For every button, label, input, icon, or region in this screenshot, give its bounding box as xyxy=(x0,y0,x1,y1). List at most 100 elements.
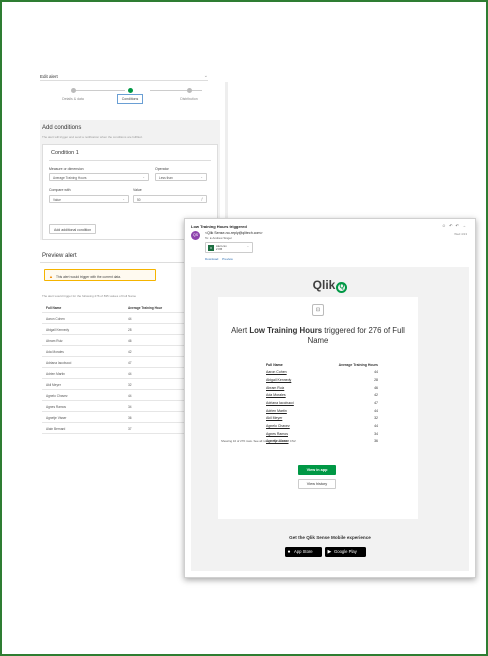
chevron-down-icon: ⌄ xyxy=(122,197,125,201)
step-label: Details & data xyxy=(62,97,84,101)
qlik-logo: Qlik Q xyxy=(191,278,469,293)
google-play-badge[interactable]: ▶ Google Play xyxy=(325,547,366,557)
name-link[interactable]: Aaron Cohen xyxy=(266,370,287,374)
step-label: Distribution xyxy=(180,97,198,101)
email-body: Qlik Q ⊡ Alert Low Training Hours trigger… xyxy=(191,267,469,571)
chevron-down-icon: ⌄ xyxy=(142,175,145,179)
title-suffix: triggered for 276 of Full Name xyxy=(307,326,405,345)
showing-note: Showing 10 of 276 rows. See all rows in … xyxy=(221,439,297,443)
step-distribution[interactable]: Distribution xyxy=(164,88,214,101)
cell-name: Adriana Iacobucci xyxy=(46,361,72,365)
chevron-down-icon: ⌄ xyxy=(200,175,203,179)
compare-select[interactable]: Value ⌄ xyxy=(49,195,129,203)
step-details[interactable]: Details & data xyxy=(48,88,98,101)
view-in-app-button[interactable]: View in app xyxy=(298,465,336,475)
table-header: Full Name Average Training Hours xyxy=(266,361,378,369)
cell-value: 44 xyxy=(128,317,132,321)
title-prefix: Alert xyxy=(231,326,250,335)
cell-value: 36 xyxy=(374,439,378,444)
app-store-label: App Store xyxy=(294,549,313,554)
warning-icon: ▲ xyxy=(49,273,53,279)
value-value: 50 xyxy=(137,197,141,202)
table-row: Akil Meyer 32 xyxy=(266,415,378,423)
alert-card: ⊡ Alert Low Training Hours triggered for… xyxy=(218,297,418,519)
warning-text: This alert would trigger with the curren… xyxy=(55,274,122,279)
value-label: Value xyxy=(133,188,142,192)
add-conditions-heading: Add conditions xyxy=(42,125,82,131)
name-link[interactable]: Ada Morales xyxy=(266,393,286,397)
cell-name: Agnetje Visser xyxy=(46,416,67,420)
attachment[interactable]: x Alert.csv 2 KB ⌄ xyxy=(205,242,253,253)
column-header: Full Name xyxy=(266,362,283,367)
cell-value: 37 xyxy=(128,427,132,431)
alert-icon: ⊡ xyxy=(312,304,324,316)
attachment-actions[interactable]: Download Preview xyxy=(205,257,233,261)
condition-title: Condition 1 xyxy=(51,150,79,156)
alert-table: Full Name Average Training Hours Aaron C… xyxy=(266,361,378,446)
compare-value: Value xyxy=(53,197,61,202)
table-row: Abram Ruiz 46 xyxy=(266,384,378,392)
cell-value: 34 xyxy=(128,405,132,409)
chevron-down-icon[interactable]: ⌄ xyxy=(247,244,249,249)
name-link[interactable]: Abigail Kennedy xyxy=(266,378,291,382)
email-sender: <Qlik Sense-no-reply@qlitech.com> xyxy=(205,231,263,235)
name-link[interactable]: Adriana Iacobucci xyxy=(266,401,294,405)
email-date: Wed 4/13 xyxy=(454,232,467,236)
name-link[interactable]: Agnes Ramos xyxy=(266,432,288,436)
name-link[interactable]: Akil Meyer xyxy=(266,416,282,420)
cell-value: 44 xyxy=(128,394,132,398)
column-header: Average Training Hours xyxy=(338,362,378,367)
email-preview: Low Training Hours triggered ☺ ↶ ↶ → Wed… xyxy=(184,218,476,578)
value-input[interactable]: 50 ƒ xyxy=(133,195,207,203)
name-link[interactable]: Abram Ruiz xyxy=(266,386,284,390)
measure-value: Average Training Hours xyxy=(53,175,87,180)
cell-value: 44 xyxy=(374,424,378,428)
table-row: Agnelo Chavez 44 xyxy=(266,423,378,431)
view-history-button[interactable]: View history xyxy=(298,479,336,489)
name-link[interactable]: Agnelo Chavez xyxy=(266,424,290,428)
measure-label: Measure or dimension xyxy=(49,167,84,171)
measure-select[interactable]: Average Training Hours ⌄ xyxy=(49,173,149,181)
logo-text: Qlik xyxy=(312,278,336,292)
cell-name: Abram Ruiz xyxy=(46,339,63,343)
play-icon: ▶ xyxy=(327,549,332,555)
add-condition-button[interactable]: Add additional condition xyxy=(49,224,97,234)
table-row: Adrien Martin 44 xyxy=(266,407,378,415)
app-store-badge[interactable]: ● App Store xyxy=(285,547,322,557)
function-icon[interactable]: ƒ xyxy=(201,197,203,201)
step-dot xyxy=(127,88,133,93)
operator-select[interactable]: Less than ⌄ xyxy=(155,173,207,181)
cell-value: 28 xyxy=(374,377,378,382)
page-frame: Edit alert ⌄ Details & data Conditions D… xyxy=(0,0,488,656)
column-header[interactable]: Average Training Hour xyxy=(128,306,162,310)
name-link[interactable]: Adrien Martin xyxy=(266,409,287,413)
cell-name: Abigail Kennedy xyxy=(46,328,70,332)
cell-name: Alain Bernard xyxy=(46,427,66,431)
email-toolbar-icons[interactable]: ☺ ↶ ↶ → xyxy=(442,223,467,228)
step-conditions[interactable]: Conditions xyxy=(105,88,155,104)
table-row: Agnes Ramos 34 xyxy=(266,430,378,438)
column-header[interactable]: Full Name xyxy=(46,306,61,310)
operator-value: Less than xyxy=(159,175,173,180)
cell-value: 28 xyxy=(128,328,132,332)
pagination[interactable]: ‹ 1 › xyxy=(58,442,65,447)
cell-name: Adrien Martin xyxy=(46,372,65,376)
preview-heading: Preview alert xyxy=(42,253,77,259)
cell-value: 47 xyxy=(374,400,378,405)
compare-label: Compare with xyxy=(49,188,71,192)
trigger-note: The alert would trigger for the followin… xyxy=(42,294,137,298)
chevron-down-icon[interactable]: ⌄ xyxy=(204,73,208,79)
table-row: Abigail Kennedy 28 xyxy=(266,376,378,384)
divider xyxy=(40,80,208,81)
table-row: Adriana Iacobucci 47 xyxy=(266,399,378,407)
apple-icon: ● xyxy=(287,549,291,555)
mobile-promo-title: Get the Qlik Sense Mobile experience xyxy=(289,535,371,540)
warning-banner: ▲ This alert would trigger with the curre… xyxy=(44,269,156,281)
cell-value: 46 xyxy=(128,339,132,343)
cell-value: 36 xyxy=(128,416,132,420)
step-label: Conditions xyxy=(116,94,144,104)
editor-title: Edit alert xyxy=(40,74,58,79)
cell-value: 44 xyxy=(128,372,132,376)
divider xyxy=(49,160,211,161)
cell-value: 34 xyxy=(374,431,378,436)
